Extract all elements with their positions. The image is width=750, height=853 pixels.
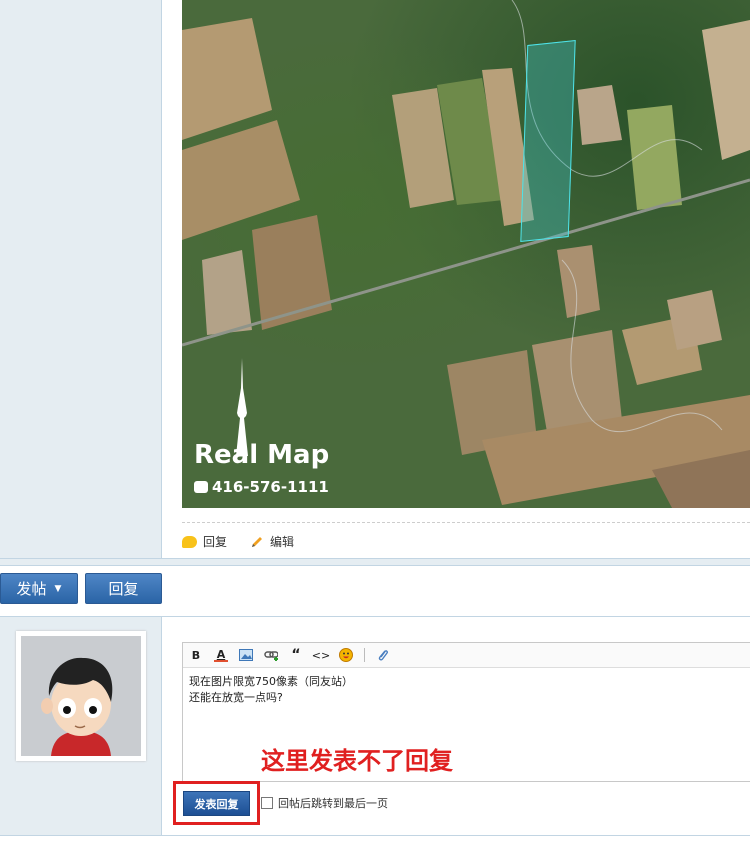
chevron-down-icon: ▼ [54,583,62,594]
thread-button-bar: 发帖 ▼ 回复 [0,566,750,617]
reply-button-label: 回复 [108,580,139,598]
satellite-map-image: Real Map 416-576-1111 [182,0,750,508]
jump-to-last-page-option[interactable]: 回帖后跳转到最后一页 [261,795,388,811]
post-reply-link[interactable]: 回复 [182,533,227,550]
avatar [16,631,146,761]
annotation-text: 这里发表不了回复 [261,747,453,775]
font-color-icon[interactable]: A [214,648,228,662]
link-icon[interactable] [264,648,278,662]
post-content: Real Map 416-576-1111 回复 编辑 [162,0,750,558]
reply-author-sidebar [0,617,162,835]
map-fields [182,0,750,508]
toolbar-divider [364,648,365,662]
reply-textarea[interactable]: 现在图片限宽750像素（同友站） 还能在放宽一点吗? [183,668,750,712]
highlighted-parcel [520,40,576,242]
reply-text-line-2: 还能在放宽一点吗? [189,691,283,704]
submit-reply-button[interactable]: 发表回复 [183,791,250,816]
jump-label: 回帖后跳转到最后一页 [278,797,388,810]
new-post-label: 发帖 [16,580,47,598]
cartoon-avatar-icon [21,636,141,756]
emoji-icon[interactable] [339,648,353,662]
post-actions: 回复 编辑 [182,522,750,559]
bold-icon[interactable]: B [189,648,203,662]
map-brand: Real Map [194,440,330,470]
post-reply-label: 回复 [203,535,228,549]
reply-bubble-icon [182,535,197,548]
post-author-sidebar [0,0,162,558]
image-icon[interactable] [239,648,253,662]
post-edit-link[interactable]: 编辑 [250,533,294,550]
editor-toolbar: B A “ <> [183,643,750,668]
post-edit-label: 编辑 [270,535,295,549]
new-post-button[interactable]: 发帖 ▼ [0,573,78,604]
reply-text-line-1: 现在图片限宽750像素（同友站） [189,675,353,688]
thread-separator [0,558,750,566]
post-row: Real Map 416-576-1111 回复 编辑 [0,0,750,558]
quote-icon[interactable]: “ [289,647,303,663]
attachment-icon[interactable] [376,648,390,662]
phone-icon [194,481,208,493]
quick-reply-row: B A “ <> 现在图片限宽750像素（同友站） 还能在放宽一点吗? 这里发表… [0,617,750,836]
map-phone: 416-576-1111 [194,478,329,496]
reply-button[interactable]: 回复 [85,573,162,604]
pencil-icon [252,536,262,547]
map-phone-number: 416-576-1111 [212,478,329,496]
code-icon[interactable]: <> [312,648,330,662]
jump-checkbox[interactable] [261,797,273,809]
